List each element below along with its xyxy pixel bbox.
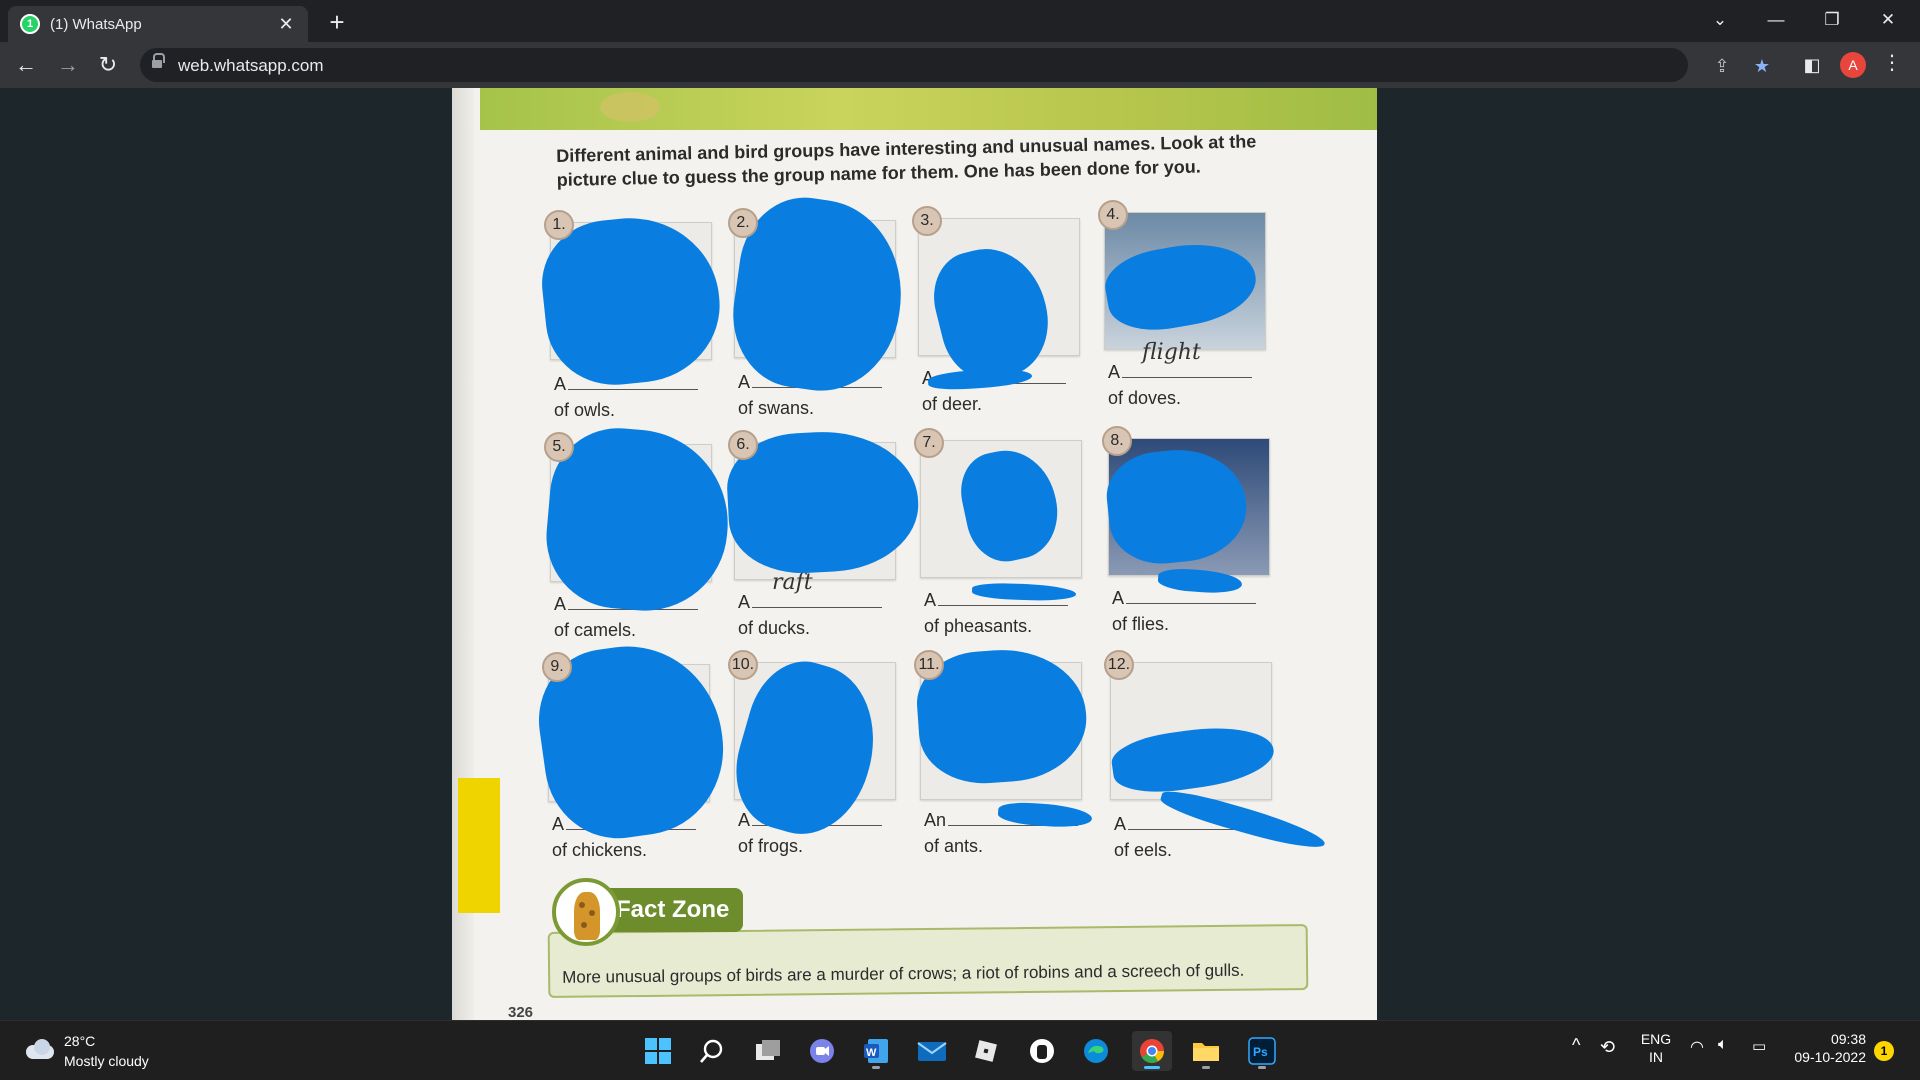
photoshop-icon[interactable]: Ps (1242, 1031, 1282, 1071)
item-label: of pheasants. (924, 616, 1033, 636)
notification-badge[interactable]: 1 (1874, 1041, 1894, 1061)
item-label: of chickens. (552, 840, 648, 860)
answer-line: A (738, 592, 883, 613)
url-text[interactable]: web.whatsapp.com (178, 56, 324, 76)
start-button[interactable] (638, 1031, 678, 1071)
tab-title: (1) WhatsApp (50, 15, 142, 33)
side-panel-icon[interactable]: ◧ (1800, 53, 1824, 77)
battery-icon[interactable]: ▭ (1752, 1037, 1766, 1055)
answer-line: A (1112, 588, 1257, 609)
menu-icon[interactable]: ⋮ (1880, 50, 1904, 75)
new-tab-button[interactable]: + (322, 8, 352, 38)
yellow-tab (458, 778, 500, 913)
minimize-button[interactable]: — (1748, 2, 1804, 38)
item-label: of doves. (1108, 388, 1182, 408)
page-number: 326 (508, 1004, 534, 1020)
fact-zone-box: More unusual groups of birds are a murde… (547, 924, 1309, 998)
item-label: of ducks. (738, 618, 811, 638)
item-label: of deer. (922, 394, 983, 414)
reload-button[interactable]: ↻ (92, 49, 124, 81)
fact-text: More unusual groups of birds are a murde… (562, 960, 1245, 987)
whatsapp-icon: 1 (20, 14, 40, 34)
item-number: 10. (728, 650, 758, 680)
item-label: of eels. (1114, 840, 1173, 860)
cloud-icon[interactable] (24, 1039, 56, 1061)
item-number: 3. (912, 206, 942, 236)
tab-search-icon[interactable]: ⌄ (1692, 2, 1748, 38)
mail-icon[interactable] (912, 1031, 952, 1071)
roblox-icon[interactable] (966, 1031, 1006, 1071)
volume-icon[interactable]: 🔈︎ (1718, 1036, 1728, 1054)
item-number: 7. (914, 428, 944, 458)
weather-description[interactable]: Mostly cloudy (64, 1053, 149, 1069)
address-bar[interactable]: web.whatsapp.com ⇪ ★ (140, 48, 1770, 82)
tab-whatsapp[interactable]: 1 (1) WhatsApp ✕ (8, 6, 308, 42)
browser-tabstrip: 1 (1) WhatsApp ✕ + ⌄ — ❐ ✕ (0, 0, 1920, 42)
task-view-icon[interactable] (748, 1031, 788, 1071)
teams-chat-icon[interactable] (802, 1031, 842, 1071)
sync-icon[interactable]: ⟲ (1600, 1037, 1615, 1058)
item-label: of flies. (1112, 614, 1170, 634)
item-label: of camels. (554, 620, 637, 640)
show-hidden-icons-icon[interactable]: ^ (1572, 1035, 1580, 1056)
landscape-banner (480, 88, 1377, 130)
running-indicator (872, 1066, 880, 1069)
windows-taskbar: 28°C Mostly cloudy W Ps ^ ⟲ ENG IN ◠ 🔈︎ … (0, 1020, 1920, 1080)
handwritten-answer: flight (1142, 340, 1201, 365)
item-label: of owls. (554, 400, 616, 420)
search-icon[interactable] (692, 1031, 732, 1071)
running-indicator (1202, 1066, 1210, 1069)
browser-toolbar: ← → ↻ web.whatsapp.com ⇪ ★ ◧ A ⋮ (0, 42, 1920, 88)
item-label: of swans. (738, 398, 815, 418)
weather-temperature[interactable]: 28°C (64, 1033, 95, 1049)
lock-icon[interactable] (152, 53, 165, 70)
item-number: 2. (728, 208, 758, 238)
restore-button[interactable]: ❐ (1804, 2, 1860, 38)
item-number: 11. (914, 650, 944, 680)
profile-avatar[interactable]: A (1840, 52, 1866, 78)
chrome-icon[interactable] (1132, 1031, 1172, 1071)
share-icon[interactable]: ⇪ (1710, 54, 1734, 78)
item-number: 12. (1104, 650, 1134, 680)
active-indicator (1144, 1066, 1160, 1069)
svg-text:Ps: Ps (1253, 1045, 1268, 1059)
item-label: of ants. (924, 836, 984, 856)
running-indicator (1258, 1066, 1266, 1069)
page-viewport: Different animal and bird groups have in… (0, 88, 1920, 1020)
fact-zone-title: Fact Zone (602, 888, 744, 932)
tab-close-icon[interactable]: ✕ (276, 14, 296, 35)
worksheet-photo: Different animal and bird groups have in… (452, 88, 1377, 1020)
forward-button[interactable]: → (52, 49, 84, 81)
word-icon[interactable]: W (856, 1031, 896, 1071)
svg-text:W: W (866, 1047, 877, 1059)
item-label: of frogs. (738, 836, 804, 856)
item-number: 4. (1098, 200, 1128, 230)
item-number: 5. (544, 432, 574, 462)
giraffe-icon (552, 878, 620, 946)
answer-line: A (1108, 362, 1253, 383)
close-window-button[interactable]: ✕ (1860, 2, 1916, 38)
file-explorer-icon[interactable] (1186, 1031, 1226, 1071)
app-icon[interactable] (1022, 1031, 1062, 1071)
bookmark-star-icon[interactable]: ★ (1750, 54, 1774, 78)
instructions-text: Different animal and bird groups have in… (556, 131, 1257, 190)
clock[interactable]: 09:38 09-10-2022 (1786, 1031, 1866, 1065)
edge-icon[interactable] (1076, 1031, 1116, 1071)
item-number: 6. (728, 430, 758, 460)
item-number: 8. (1102, 426, 1132, 456)
back-button[interactable]: ← (10, 49, 42, 81)
wifi-icon[interactable]: ◠ (1690, 1037, 1704, 1057)
handwritten-answer: raft (772, 570, 813, 595)
item-number: 1. (544, 210, 574, 240)
language-indicator[interactable]: ENG IN (1638, 1031, 1674, 1065)
item-number: 9. (542, 652, 572, 682)
